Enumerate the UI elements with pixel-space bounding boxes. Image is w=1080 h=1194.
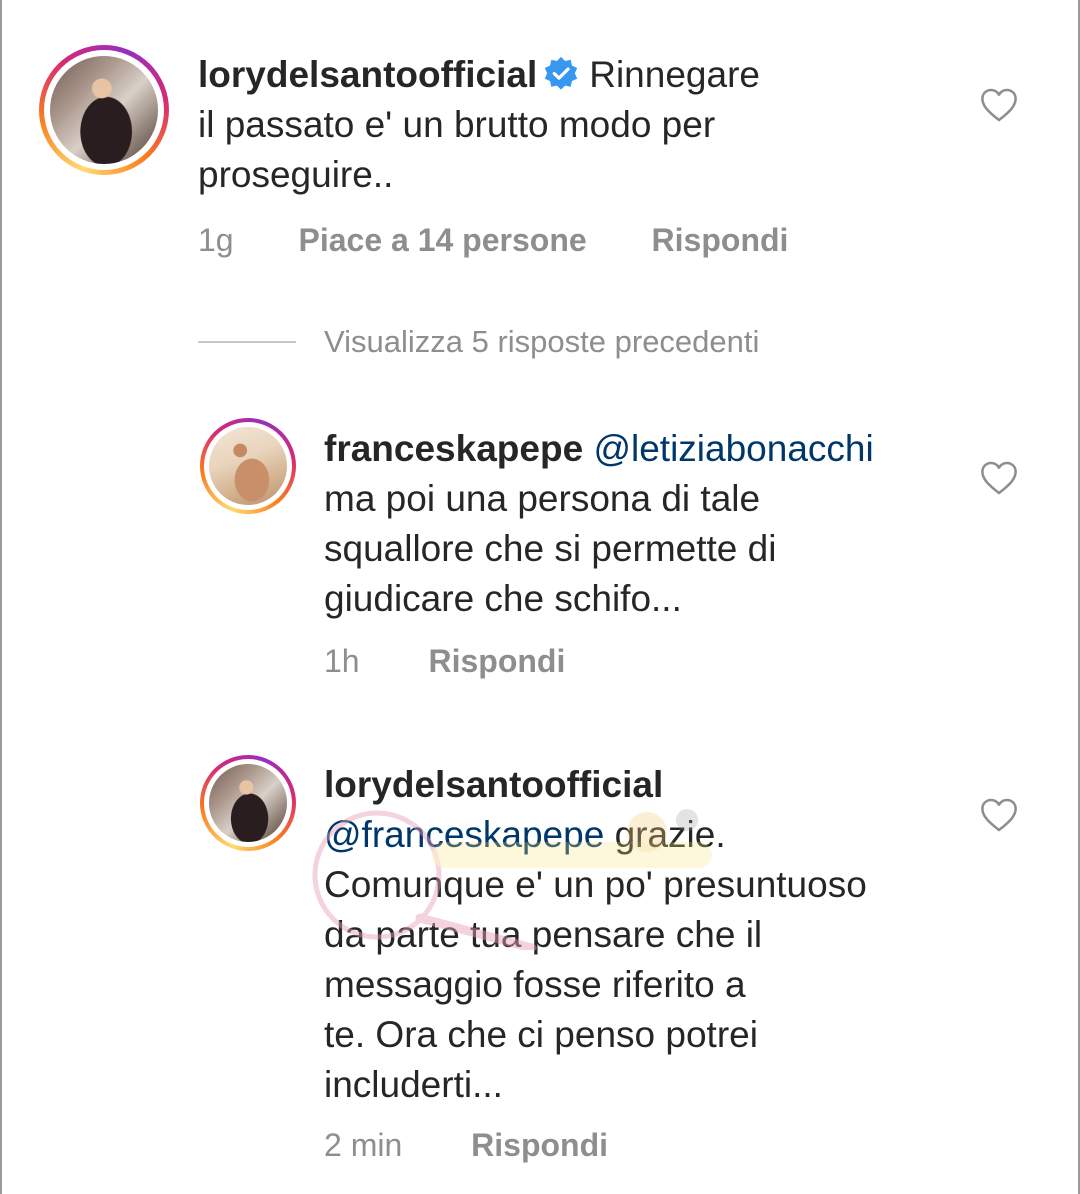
heart-outline-icon[interactable] [980,797,1018,833]
avatar-photo [209,427,287,505]
reply-username[interactable]: lorydelsantoofficial [324,764,663,805]
comment-text-line: Rinnegare [589,54,760,95]
avatar-photo [50,56,158,164]
likes-count-link[interactable]: Piace a 14 persone [298,222,586,259]
comment-body: lorydelsantoofficial Rinnegare il passat… [198,50,958,200]
comment-timestamp: 1g [198,222,234,258]
reply-text-line: squallore che si permette di [324,528,777,569]
reply-button[interactable]: Rispondi [471,1127,608,1164]
reply-text-line: giudicare che schifo... [324,578,682,619]
mention-link[interactable]: @franceskapepe [324,814,604,855]
reply-timestamp: 2 min [324,1127,403,1163]
reply-text-line: Comunque e' un po' presuntuoso [324,864,867,905]
view-previous-replies[interactable]: Visualizza 5 risposte precedenti [198,320,759,364]
reply-button[interactable]: Rispondi [428,643,565,680]
reply-text-line: da parte tua pensare che il [324,914,763,955]
mention-link[interactable]: @letiziabonacchi [593,428,873,469]
comment-text-line: proseguire.. [198,154,394,195]
reply-meta: 1h Rispondi [324,643,565,680]
reply-text-line: grazie. [604,814,726,855]
avatar[interactable] [200,418,296,514]
comments-screen: lorydelsantoofficial Rinnegare il passat… [0,0,1080,1194]
reply-meta: 2 min Rispondi [324,1127,608,1164]
reply-username[interactable]: franceskapepe [324,428,583,469]
avatar[interactable] [39,45,169,175]
divider-line [198,341,296,343]
comment-text-line: il passato e' un brutto modo per [198,104,716,145]
reply-button[interactable]: Rispondi [652,222,789,259]
reply-text-line: messaggio fosse riferito a [324,964,746,1005]
avatar-photo [209,764,287,842]
reply-timestamp: 1h [324,643,360,679]
reply-body: lorydelsantoofficial @franceskapepe graz… [324,760,964,1110]
reply-text-line: ma poi una persona di tale [324,478,761,519]
reply-body: franceskapepe @letiziabonacchi ma poi un… [324,424,964,624]
heart-outline-icon[interactable] [980,87,1018,123]
reply-text-line: includerti... [324,1064,503,1105]
comment-username[interactable]: lorydelsantoofficial [198,54,537,95]
verified-badge-icon [545,56,578,90]
reply-text-line: te. Ora che ci penso potrei [324,1014,758,1055]
comment-meta: 1g Piace a 14 persone Rispondi [198,222,788,259]
avatar[interactable] [200,755,296,851]
heart-outline-icon[interactable] [980,460,1018,496]
view-replies-label[interactable]: Visualizza 5 risposte precedenti [324,324,759,360]
